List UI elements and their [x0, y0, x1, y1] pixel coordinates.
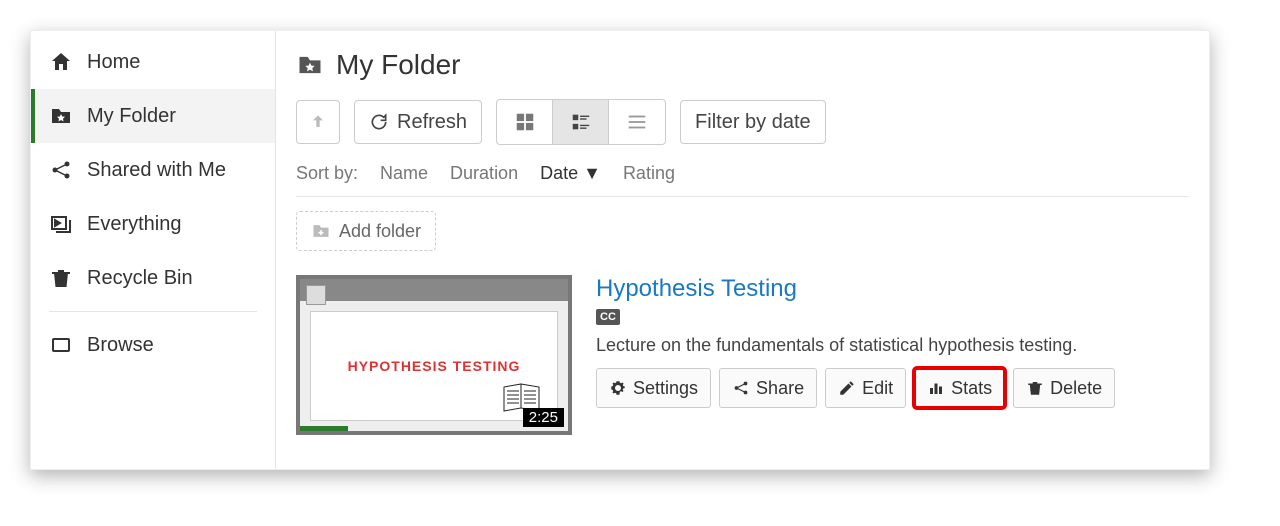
edit-button[interactable]: Edit — [825, 368, 906, 408]
sidebar-item-label: Shared with Me — [87, 159, 226, 182]
share-label: Share — [756, 378, 804, 399]
view-list[interactable] — [609, 100, 665, 144]
view-toggle — [496, 99, 666, 145]
sort-rating[interactable]: Rating — [623, 163, 675, 184]
gear-icon — [609, 379, 627, 397]
sidebar-item-everything[interactable]: Everything — [31, 197, 275, 251]
content-item: HYPOTHESIS TESTING 2:25 Hypothesis Testi… — [296, 275, 1189, 435]
sidebar-item-home[interactable]: Home — [31, 35, 275, 89]
up-button[interactable] — [296, 100, 340, 144]
folder-star-icon — [296, 51, 324, 79]
stats-label: Stats — [951, 378, 992, 399]
sidebar-item-label: My Folder — [87, 105, 176, 128]
pencil-icon — [838, 379, 856, 397]
folder-star-icon — [49, 104, 73, 128]
item-description: Lecture on the fundamentals of statistic… — [596, 335, 1189, 356]
everything-icon — [49, 212, 73, 236]
add-folder-label: Add folder — [339, 221, 421, 242]
sort-date[interactable]: Date ▼ — [540, 163, 601, 184]
bar-chart-icon — [927, 379, 945, 397]
item-checkbox[interactable] — [306, 285, 326, 305]
view-grid[interactable] — [497, 100, 553, 144]
main-content: My Folder Refresh — [276, 31, 1209, 469]
trash-icon — [49, 266, 73, 290]
add-folder-button[interactable]: Add folder — [296, 211, 436, 251]
thumb-text: HYPOTHESIS TESTING — [348, 358, 521, 374]
sidebar-item-recyclebin[interactable]: Recycle Bin — [31, 251, 275, 305]
item-title[interactable]: Hypothesis Testing — [596, 275, 1189, 303]
share-icon — [732, 379, 750, 397]
delete-button[interactable]: Delete — [1013, 368, 1115, 408]
sort-row: Sort by: Name Duration Date ▼ Rating — [296, 157, 1189, 197]
cc-badge: CC — [596, 309, 620, 325]
add-folder-icon — [311, 221, 331, 241]
sidebar-item-label: Recycle Bin — [87, 267, 193, 290]
refresh-label: Refresh — [397, 111, 467, 134]
settings-label: Settings — [633, 378, 698, 399]
sort-duration[interactable]: Duration — [450, 163, 518, 184]
sidebar-divider — [49, 311, 257, 312]
sidebar-item-label: Home — [87, 51, 140, 74]
stats-button[interactable]: Stats — [914, 368, 1005, 408]
sidebar: Home My Folder Shared with Me Everything… — [31, 31, 276, 469]
item-actions: Settings Share Edit — [596, 368, 1189, 408]
sort-name[interactable]: Name — [380, 163, 428, 184]
home-icon — [49, 50, 73, 74]
sort-label: Sort by: — [296, 163, 358, 184]
toolbar: Refresh — [296, 99, 1189, 145]
filter-date-label: Filter by date — [695, 111, 811, 134]
sidebar-item-label: Browse — [87, 334, 154, 357]
item-thumbnail[interactable]: HYPOTHESIS TESTING 2:25 — [296, 275, 572, 435]
app-window: Home My Folder Shared with Me Everything… — [30, 30, 1210, 470]
view-list-detail[interactable] — [553, 100, 609, 144]
delete-label: Delete — [1050, 378, 1102, 399]
arrow-up-icon — [308, 112, 328, 132]
sidebar-item-browse[interactable]: Browse — [31, 318, 275, 372]
duration-badge: 2:25 — [523, 408, 564, 427]
edit-label: Edit — [862, 378, 893, 399]
sidebar-item-shared[interactable]: Shared with Me — [31, 143, 275, 197]
refresh-button[interactable]: Refresh — [354, 100, 482, 144]
sidebar-item-label: Everything — [87, 213, 182, 236]
grid-icon — [514, 111, 536, 133]
settings-button[interactable]: Settings — [596, 368, 711, 408]
item-body: Hypothesis Testing CC Lecture on the fun… — [596, 275, 1189, 435]
list-icon — [626, 111, 648, 133]
progress-bar — [300, 426, 348, 431]
share-button[interactable]: Share — [719, 368, 817, 408]
share-icon — [49, 158, 73, 182]
page-title: My Folder — [296, 49, 1189, 81]
page-title-text: My Folder — [336, 49, 460, 81]
sidebar-item-myfolder[interactable]: My Folder — [31, 89, 275, 143]
browse-icon — [49, 333, 73, 357]
filter-date-button[interactable]: Filter by date — [680, 100, 826, 144]
trash-icon — [1026, 379, 1044, 397]
list-detail-icon — [570, 111, 592, 133]
refresh-icon — [369, 112, 389, 132]
